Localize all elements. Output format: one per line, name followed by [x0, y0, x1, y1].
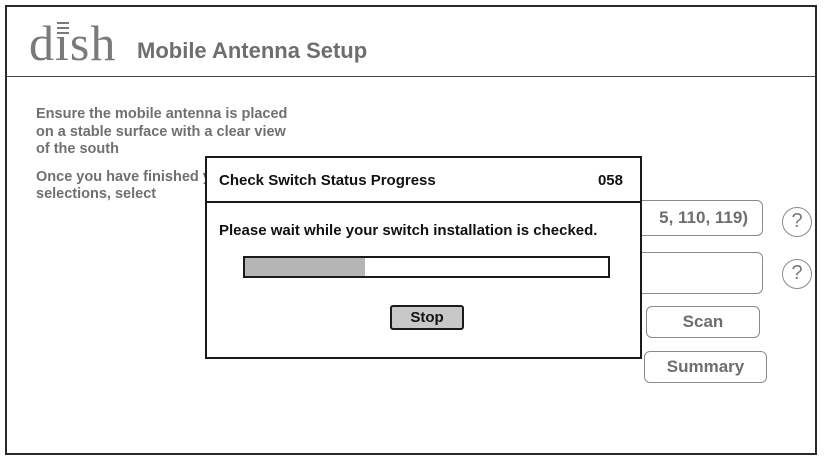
- summary-button[interactable]: Summary: [644, 351, 767, 383]
- stop-button[interactable]: Stop: [390, 305, 464, 330]
- dialog-titlebar: Check Switch Status Progress 058: [207, 158, 640, 203]
- page-title: Mobile Antenna Setup: [137, 38, 368, 63]
- instruction-paragraph-1: Ensure the mobile antenna is placed on a…: [36, 106, 288, 157]
- progress-bar: [243, 256, 610, 278]
- scan-button[interactable]: Scan: [646, 306, 760, 338]
- dish-logo: dı sh: [29, 15, 117, 71]
- help-icon[interactable]: ?: [782, 259, 812, 289]
- check-switch-dialog: Check Switch Status Progress 058 Please …: [205, 156, 642, 359]
- dialog-title: Check Switch Status Progress: [219, 172, 436, 189]
- progress-bar-fill: [245, 258, 365, 276]
- dialog-code: 058: [597, 172, 623, 189]
- header: dı sh Mobile Antenna Setup: [7, 7, 815, 77]
- help-icon[interactable]: ?: [782, 207, 812, 237]
- dialog-message: Please wait while your switch installati…: [219, 222, 598, 239]
